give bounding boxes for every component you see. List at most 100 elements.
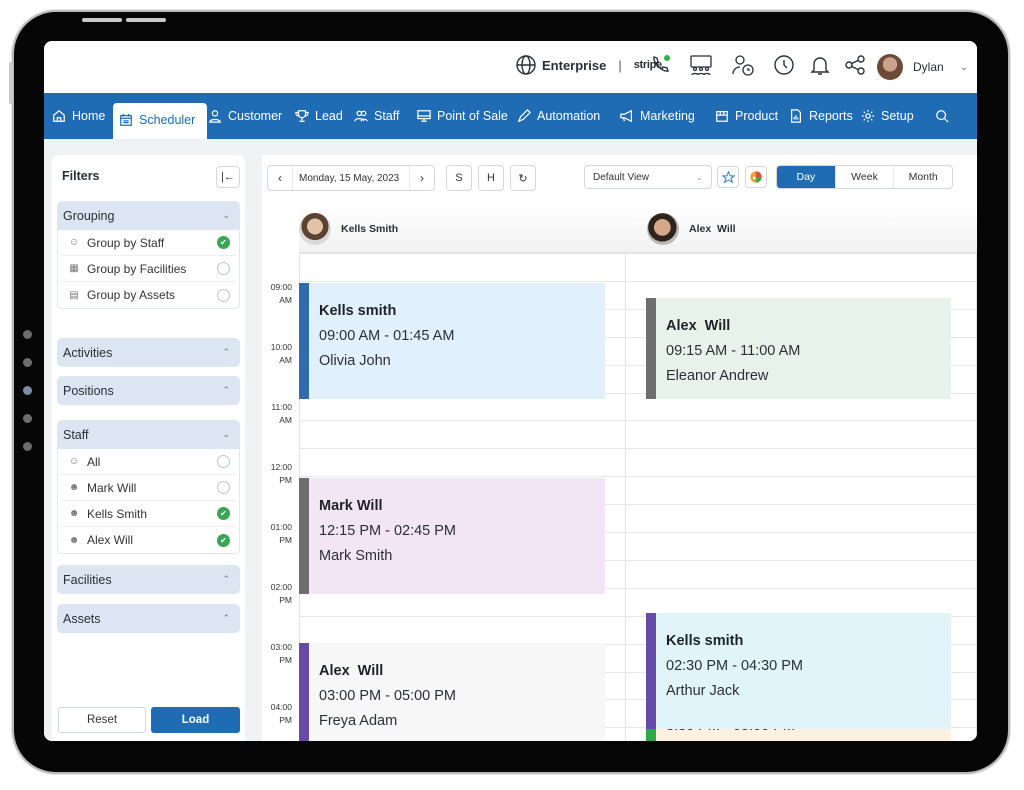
meeting-room-icon: [690, 55, 712, 76]
option-group-by-assets[interactable]: ▤ Group by Assets: [61, 282, 236, 308]
staff-schedule-button[interactable]: [731, 53, 755, 77]
status-bar: [299, 283, 309, 399]
status-bar: [646, 613, 656, 729]
resource-name: Kells Smith: [341, 223, 399, 235]
staff-option-alex-will[interactable]: ☻ Alex Will ✔: [61, 527, 236, 553]
palette-icon: [750, 171, 762, 183]
appointment-staff: Mark Will: [319, 498, 383, 514]
appointment-card[interactable]: Alex Will 09:15 AM - 11:00 AM Eleanor Andr…: [646, 298, 951, 399]
main-nav: Home Scheduler Customer Lead Staff Point…: [44, 93, 977, 143]
divider: |: [618, 57, 622, 73]
load-button[interactable]: Load: [151, 707, 240, 733]
positions-section[interactable]: Positions ⌃: [57, 376, 240, 405]
scheduler-calendar: ‹ Monday, 15 May, 2023 › S H ↻ Default V…: [262, 155, 977, 741]
org-switcher[interactable]: Enterprise | stripe: [514, 53, 662, 77]
user-clock-icon: [732, 55, 754, 76]
activities-section[interactable]: Activities ⌃: [57, 338, 240, 367]
time-grid: 09:00 AM 10:00 AM 11:00 AM 12:00 PM 01:00 PM 02:00…: [262, 253, 977, 741]
current-date[interactable]: Monday, 15 May, 2023: [292, 166, 410, 190]
building-icon: ▦: [69, 263, 79, 274]
resource-alex-will[interactable]: Alex Will: [647, 213, 736, 245]
assets-section[interactable]: Assets ⌃: [57, 604, 240, 633]
option-group-by-staff[interactable]: ☺ Group by Staff ✔: [61, 230, 236, 256]
radio-unchecked[interactable]: [217, 455, 230, 468]
favorite-view-button[interactable]: [717, 166, 739, 188]
user-menu[interactable]: Dylan ⌄: [877, 54, 968, 80]
sensor-dot: [23, 358, 32, 367]
collapse-panel-button[interactable]: |←: [216, 166, 240, 188]
chevron-down-icon: ⌄: [222, 429, 230, 439]
appointment-card[interactable]: Mark Will 12:15 PM - 02:45 PM Mark Smith: [299, 478, 605, 594]
sensor-dot: [23, 330, 32, 339]
users-icon: ☺: [68, 456, 80, 467]
appointment-time: 12:15 PM - 02:45 PM: [319, 523, 457, 539]
nav-reports[interactable]: Reports: [789, 93, 853, 139]
staff-option-kells-smith[interactable]: ☻ Kells Smith ✔: [61, 501, 236, 527]
grouping-header[interactable]: Grouping ⌄: [57, 201, 240, 230]
resource-kells-smith[interactable]: Kells Smith: [299, 213, 398, 245]
view-month-tab[interactable]: Month: [893, 166, 952, 188]
history-button[interactable]: [772, 53, 796, 77]
nav-home[interactable]: Home: [52, 93, 105, 139]
appointment-card[interactable]: Kells smith 09:00 AM - 01:45 AM Olivia Joh…: [299, 283, 605, 399]
nav-scheduler[interactable]: Scheduler: [113, 103, 208, 143]
time-label: 02:00 PM: [270, 582, 292, 605]
staff-section: Staff ⌄ ☺ All ☻ Mark Will ☻ Kells Smith …: [57, 420, 240, 554]
time-label: 04:00 PM: [270, 702, 292, 725]
grid-line: [299, 420, 977, 422]
nav-staff[interactable]: Staff: [354, 93, 399, 139]
option-group-by-facilities[interactable]: ▦ Group by Facilities: [61, 256, 236, 282]
phone-icon: [653, 55, 670, 72]
prev-day-button[interactable]: ‹: [268, 166, 292, 190]
users-icon: [354, 110, 368, 122]
option-label: All: [87, 454, 101, 469]
reset-button[interactable]: Reset: [58, 707, 146, 733]
nav-marketing[interactable]: Marketing: [620, 93, 695, 139]
h-button[interactable]: H: [478, 165, 504, 191]
view-week-tab[interactable]: Week: [834, 166, 894, 188]
s-button[interactable]: S: [446, 165, 472, 191]
nav-setup[interactable]: Setup: [861, 93, 914, 139]
radio-unchecked[interactable]: [217, 481, 230, 494]
time-label: 01:00 PM: [270, 522, 292, 545]
megaphone-icon: [620, 109, 632, 123]
staff-option-mark-will[interactable]: ☻ Mark Will: [61, 475, 236, 501]
checked-icon[interactable]: ✔: [217, 236, 230, 249]
clock-icon: [774, 55, 794, 75]
appointment-card[interactable]: Kells smith 02:30 PM - 04:30 PM Arthur Jac…: [646, 613, 951, 729]
view-select[interactable]: Default View ⌄: [584, 165, 712, 189]
nav-lead[interactable]: Lead: [295, 93, 343, 139]
staff-option-all[interactable]: ☺ All: [61, 449, 236, 475]
nav-point-of-sale[interactable]: Point of Sale: [417, 93, 508, 139]
date-navigator: ‹ Monday, 15 May, 2023 ›: [267, 165, 435, 191]
chevron-up-icon: ⌃: [222, 613, 230, 623]
view-day-tab[interactable]: Day: [777, 166, 835, 188]
appointment-client: Eleanor Andrew: [666, 368, 769, 384]
refresh-button[interactable]: ↻: [510, 165, 536, 191]
share-button[interactable]: [843, 53, 867, 77]
appointment-staff: Alex Will: [666, 318, 731, 334]
appointment-card[interactable]: Alex Will 03:00 PM - 05:00 PM Freya Adam: [299, 643, 605, 741]
meeting-room-button[interactable]: [689, 53, 713, 77]
chevron-up-icon: ⌃: [222, 574, 230, 584]
nav-automation[interactable]: Automation: [517, 93, 600, 139]
phone-button[interactable]: [648, 53, 672, 77]
staff-header[interactable]: Staff ⌄: [57, 420, 240, 449]
user-icon: [209, 110, 221, 123]
nav-product[interactable]: Product: [715, 93, 778, 139]
assets-icon: ▤: [69, 289, 79, 301]
notifications-button[interactable]: [808, 53, 832, 77]
radio-unchecked[interactable]: [217, 288, 230, 302]
checked-icon[interactable]: ✔: [217, 533, 230, 547]
next-day-button[interactable]: ›: [410, 166, 434, 190]
nav-search-button[interactable]: [935, 93, 949, 139]
color-palette-button[interactable]: [745, 166, 767, 188]
column-divider: [625, 253, 626, 741]
checked-icon[interactable]: ✔: [217, 507, 230, 520]
appointment-time: 03:00 PM - 05:00 PM: [319, 688, 457, 704]
nav-customer[interactable]: Customer: [208, 93, 282, 139]
facilities-section[interactable]: Facilities ⌃: [57, 565, 240, 594]
nav-label: Home: [72, 109, 106, 123]
user-icon: ☻: [68, 508, 80, 519]
radio-unchecked[interactable]: [217, 262, 230, 275]
